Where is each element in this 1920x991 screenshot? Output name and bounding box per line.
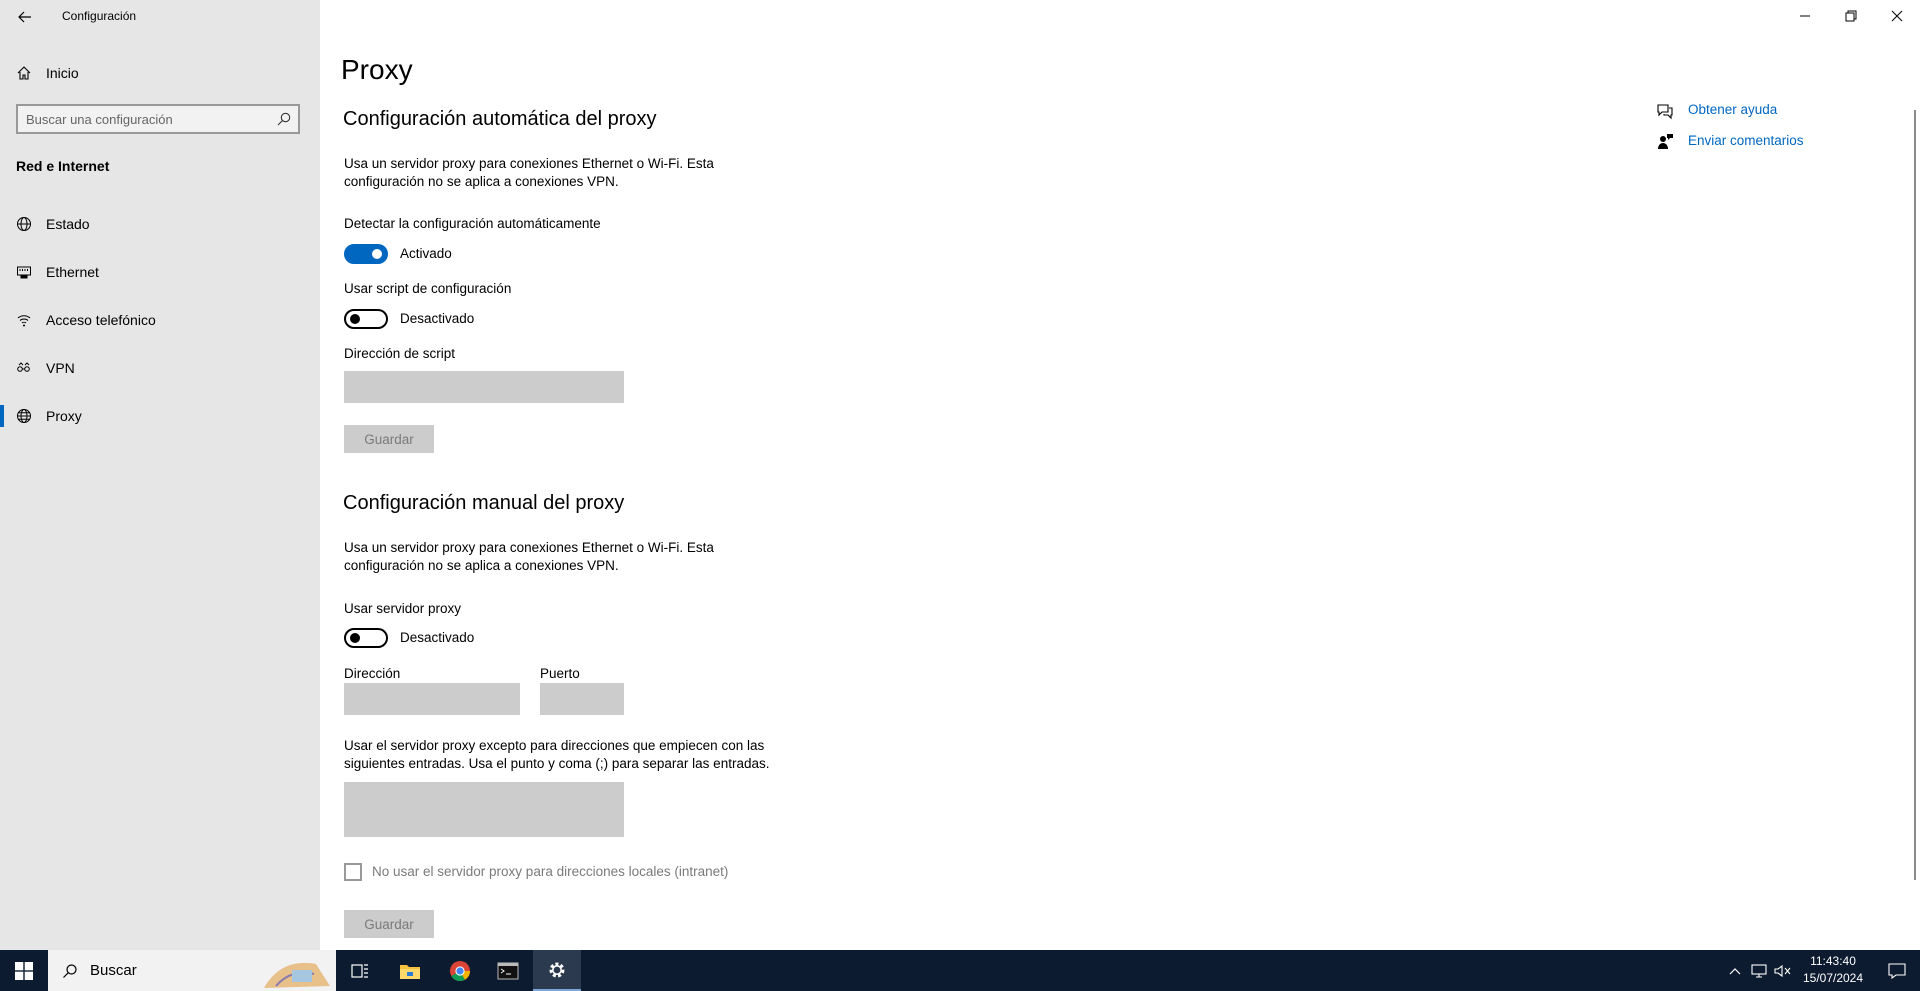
detect-settings-toggle[interactable] [344,244,388,264]
notification-icon [1888,962,1906,979]
file-explorer-icon [400,964,420,979]
manual-proxy-heading: Configuración manual del proxy [343,492,625,514]
main-content: Proxy Configuración automática del proxy… [320,0,1920,950]
settings-search-input[interactable] [18,110,276,128]
window-title: Configuración [62,9,137,23]
restore-icon [1845,10,1857,22]
restore-button[interactable] [1828,0,1874,32]
sidebar-item-home[interactable]: Inicio [0,51,320,95]
home-icon [16,65,32,81]
sidebar-item-label: VPN [46,360,75,376]
sidebar-item-proxy[interactable]: Proxy [0,394,320,438]
sidebar-item-label: Estado [46,216,90,232]
use-script-toggle[interactable] [344,309,388,329]
ethernet-icon [16,264,32,280]
script-address-field[interactable] [344,371,624,403]
use-proxy-toggle[interactable] [344,628,388,648]
sidebar-item-label: Acceso telefónico [46,312,156,328]
proxy-address-label: Dirección [344,666,401,681]
search-icon [63,963,77,978]
detect-settings-state: Activado [400,246,452,261]
auto-save-button[interactable]: Guardar [344,425,434,453]
help-icon [1657,104,1673,120]
file-explorer-button[interactable] [386,950,434,991]
close-button[interactable] [1874,0,1920,32]
script-address-label: Dirección de script [344,346,456,361]
local-bypass-label: No usar el servidor proxy para direccion… [372,864,729,879]
manual-save-button[interactable]: Guardar [344,910,434,938]
windows-logo-icon [15,961,33,980]
taskbar-clock[interactable]: 11:43:40 15/07/2024 [1796,953,1870,987]
clock-time: 11:43:40 [1810,954,1856,968]
feedback-icon [1658,134,1673,149]
start-button[interactable] [0,950,48,991]
auto-proxy-heading: Configuración automática del proxy [343,108,657,130]
dialup-icon [16,312,32,328]
settings-taskbar-button[interactable] [533,950,581,991]
minimize-button[interactable] [1782,0,1828,32]
globe-status-icon [16,216,32,232]
send-feedback-link[interactable]: Enviar comentarios [1688,133,1804,148]
use-proxy-state: Desactivado [400,630,475,645]
proxy-port-label: Puerto [540,666,580,681]
get-help-link[interactable]: Obtener ayuda [1688,102,1777,117]
chevron-up-icon [1729,967,1741,974]
volume-muted-icon [1774,964,1791,977]
use-script-label: Usar script de configuración [344,281,512,296]
manual-proxy-description: Usa un servidor proxy para conexiones Et… [344,540,714,573]
chrome-button[interactable] [436,950,484,991]
sidebar-item-dialup[interactable]: Acceso telefónico [0,298,320,342]
sidebar: Configuración Inicio Red e Internet Esta… [0,0,320,950]
proxy-address-field[interactable] [344,683,520,715]
network-icon [1751,963,1767,978]
show-hidden-icons-button[interactable] [1726,950,1744,991]
search-highlight-icon [264,962,330,988]
sidebar-item-status[interactable]: Estado [0,202,320,246]
sidebar-item-ethernet[interactable]: Ethernet [0,250,320,294]
sidebar-item-vpn[interactable]: VPN [0,346,320,390]
back-arrow-icon[interactable] [16,8,34,26]
taskbar-search[interactable]: Buscar [48,950,336,991]
notifications-button[interactable] [1874,950,1920,991]
clock-date: 15/07/2024 [1802,971,1864,985]
use-proxy-label: Usar servidor proxy [344,601,462,616]
local-bypass-checkbox[interactable] [344,863,362,881]
proxy-port-field[interactable] [540,683,624,715]
section-label: Red e Internet [16,158,110,174]
page-title: Proxy [341,54,413,85]
auto-proxy-description: Usa un servidor proxy para conexiones Et… [344,156,714,189]
use-script-state: Desactivado [400,311,475,326]
close-icon [1891,10,1903,22]
exceptions-description: Usar el servidor proxy excepto para dire… [344,738,770,771]
search-icon[interactable] [276,111,292,127]
scrollbar[interactable] [1914,110,1916,880]
task-view-button[interactable] [336,950,384,991]
terminal-icon [497,962,519,979]
taskbar-search-label: Buscar [90,962,137,979]
chrome-icon [450,960,471,981]
exceptions-field[interactable] [344,782,624,837]
sidebar-item-label: Proxy [46,408,82,424]
detect-settings-label: Detectar la configuración automáticament… [344,216,601,231]
terminal-button[interactable] [484,950,532,991]
network-tray-button[interactable] [1748,950,1770,991]
task-view-icon [351,963,368,978]
sidebar-item-home-label: Inicio [46,65,79,81]
minimize-icon [1800,15,1810,17]
vpn-icon [16,360,32,376]
taskbar: Buscar 11:43:40 15/07/2024 [0,950,1920,991]
settings-icon [549,962,565,977]
settings-search[interactable] [16,104,300,134]
globe-icon [16,408,32,424]
volume-tray-button[interactable] [1772,950,1794,991]
sidebar-item-label: Ethernet [46,264,99,280]
